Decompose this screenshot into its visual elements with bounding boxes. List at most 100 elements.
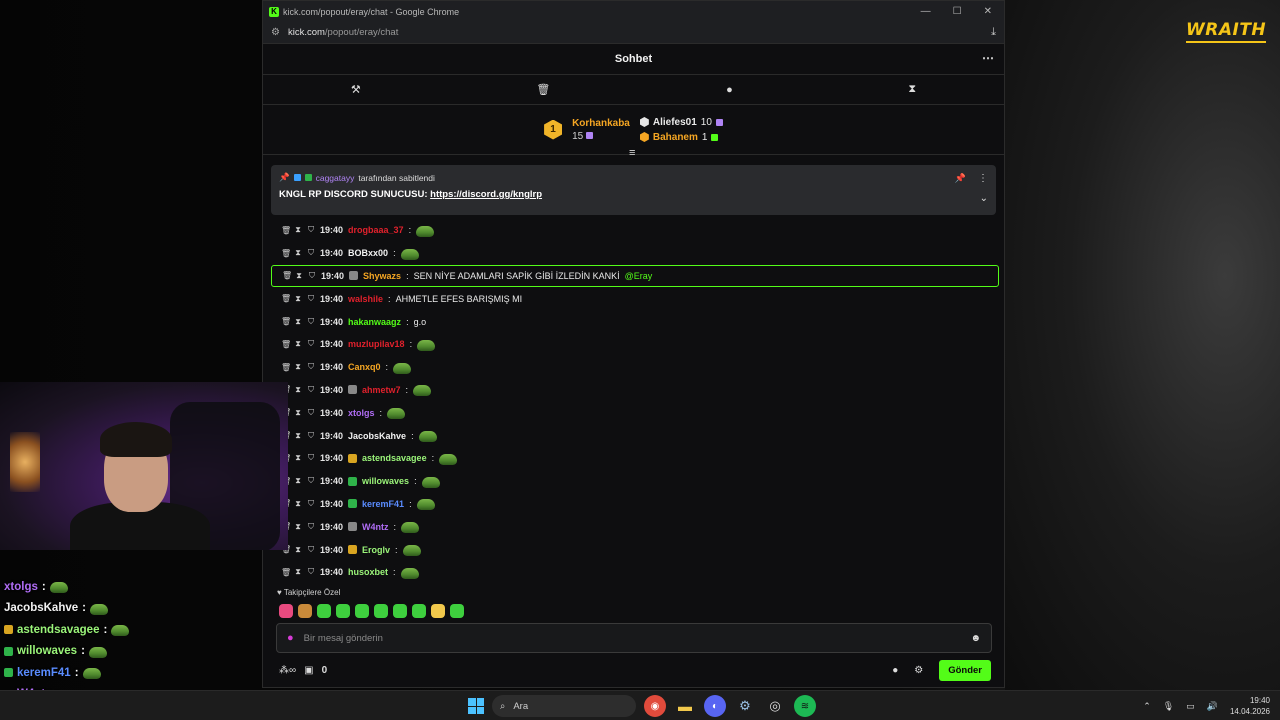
hourglass-icon[interactable]: ⧗ bbox=[294, 431, 302, 441]
chevron-down-icon[interactable]: ⌄ bbox=[980, 193, 988, 204]
channel-points-icon[interactable]: ⁂∞ bbox=[279, 665, 296, 676]
shield-icon[interactable]: ⛉ bbox=[307, 362, 315, 372]
chat-more-icon[interactable]: ⋯ bbox=[982, 51, 994, 65]
pinned-by-user[interactable]: caggatayy bbox=[316, 173, 355, 183]
hourglass-icon[interactable]: ⧗ bbox=[294, 453, 302, 463]
hourglass-icon[interactable]: ⧗ bbox=[294, 545, 302, 555]
emote-button[interactable] bbox=[317, 604, 331, 618]
shield-icon[interactable]: ⛉ bbox=[307, 317, 315, 327]
site-settings-icon[interactable]: ⚙ bbox=[271, 27, 280, 38]
gift-box-icon[interactable]: ▣ bbox=[304, 665, 313, 676]
hourglass-icon[interactable]: ⧗ bbox=[294, 225, 302, 235]
message-username[interactable]: hakanwaagz bbox=[348, 317, 401, 327]
gavel-icon[interactable]: ⚒ bbox=[351, 83, 361, 96]
settings-gear-icon[interactable]: ⚙ bbox=[914, 665, 923, 676]
emote-button[interactable] bbox=[374, 604, 388, 618]
hourglass-icon[interactable]: ⧗ bbox=[294, 408, 302, 418]
network-icon[interactable]: ▭ bbox=[1186, 701, 1195, 712]
chat-message[interactable]: 🗑 ⧗ ⛉ 19:40 Shywazs: SEN NİYE ADAMLARI SAPİK … bbox=[271, 264, 999, 288]
trash-icon[interactable]: 🗑 bbox=[281, 363, 291, 372]
hourglass-icon[interactable]: ⧗ bbox=[294, 248, 302, 258]
taskbar-search[interactable]: ⌕ Ara bbox=[492, 695, 636, 717]
message-username[interactable]: Eroglv bbox=[362, 545, 390, 555]
shield-icon[interactable]: ⛉ bbox=[307, 339, 315, 349]
microphone-icon[interactable]: ● bbox=[287, 632, 294, 644]
message-username[interactable]: ahmetw7 bbox=[362, 385, 401, 395]
message-username[interactable]: keremF41 bbox=[362, 499, 404, 509]
trash-icon[interactable]: 🗑 bbox=[281, 226, 291, 235]
trash-icon[interactable]: 🗑 bbox=[281, 294, 291, 303]
minimize-button[interactable]: — bbox=[921, 6, 931, 17]
close-button[interactable]: ✕ bbox=[984, 6, 992, 17]
shield-icon[interactable]: ⛉ bbox=[307, 499, 315, 509]
emote-button[interactable] bbox=[412, 604, 426, 618]
chat-message[interactable]: 🗑⧗⛉19:40Eroglv: bbox=[271, 538, 999, 561]
message-mention[interactable]: @Eray bbox=[625, 271, 653, 281]
shield-icon[interactable]: ⛉ bbox=[307, 408, 315, 418]
hourglass-icon[interactable]: ⧗ bbox=[294, 385, 302, 395]
emote-button[interactable] bbox=[450, 604, 464, 618]
hourglass-icon[interactable]: ⧗ bbox=[294, 339, 302, 349]
chat-message[interactable]: 🗑⧗⛉19:40keremF41: bbox=[271, 493, 999, 516]
chat-message[interactable]: 🗑⧗⛉19:40W4ntz: bbox=[271, 515, 999, 538]
message-username[interactable]: BOBxx00 bbox=[348, 248, 388, 258]
hourglass-icon[interactable]: ⧗ bbox=[294, 317, 302, 327]
shield-icon[interactable]: ⛉ bbox=[307, 522, 315, 532]
hourglass-icon[interactable]: ⧗ bbox=[294, 476, 302, 486]
message-username[interactable]: willowaves bbox=[362, 476, 409, 486]
message-username[interactable]: Shywazs bbox=[363, 271, 401, 281]
chat-bubble-icon[interactable]: ● bbox=[892, 665, 898, 676]
hourglass-icon[interactable]: ⧗ bbox=[294, 499, 302, 509]
emoji-picker-icon[interactable]: ☻ bbox=[970, 633, 981, 644]
hourglass-icon[interactable]: ⧗ bbox=[908, 83, 916, 96]
shield-icon[interactable]: ⛉ bbox=[307, 476, 315, 486]
system-clock[interactable]: 19:40 14.04.2026 bbox=[1230, 695, 1270, 717]
emote-button[interactable] bbox=[336, 604, 350, 618]
chat-message[interactable]: 🗑⧗⛉19:40astendsavagee: bbox=[271, 447, 999, 470]
chat-message[interactable]: 🗑 ⧗ ⛉ 19:40 Canxq0: bbox=[271, 356, 999, 379]
leaderboard-first-name[interactable]: Korhankaba bbox=[572, 117, 630, 130]
message-username[interactable]: JacobsKahve bbox=[348, 431, 406, 441]
leaderboard-third-name[interactable]: Bahanem bbox=[653, 131, 698, 144]
emote-button[interactable] bbox=[431, 604, 445, 618]
shield-icon[interactable]: ⛉ bbox=[307, 248, 315, 258]
message-username[interactable]: walshile bbox=[348, 294, 383, 304]
trash-icon[interactable]: 🗑 bbox=[281, 568, 291, 577]
trash-icon[interactable]: 🗑 bbox=[281, 249, 291, 258]
chat-message[interactable]: 🗑⧗⛉19:40xtolgs: bbox=[271, 401, 999, 424]
emote-button[interactable] bbox=[298, 604, 312, 618]
file-explorer-icon[interactable]: ▬ bbox=[674, 695, 696, 717]
chat-input[interactable]: ● Bir mesaj gönderin ☻ bbox=[276, 623, 992, 653]
message-username[interactable]: xtolgs bbox=[348, 408, 375, 418]
chat-message[interactable]: 🗑 ⧗ ⛉ 19:40 walshile: AHMETLE EFES BARIŞMIŞ M… bbox=[271, 287, 999, 310]
message-username[interactable]: astendsavagee bbox=[362, 453, 427, 463]
shield-icon[interactable]: ⛉ bbox=[308, 271, 316, 281]
pinned-more-icon[interactable]: ⋮ bbox=[978, 173, 988, 184]
collapse-leaderboard-icon[interactable]: ≡ bbox=[629, 147, 635, 159]
shield-icon[interactable]: ⛉ bbox=[307, 545, 315, 555]
shield-icon[interactable]: ⛉ bbox=[307, 294, 315, 304]
emote-button[interactable] bbox=[393, 604, 407, 618]
shield-icon[interactable]: ⛉ bbox=[307, 431, 315, 441]
chat-message[interactable]: 🗑 ⧗ ⛉ 19:40 husoxbet: bbox=[271, 561, 999, 584]
chat-bubble-icon[interactable]: ● bbox=[726, 84, 733, 96]
tray-chevron-up-icon[interactable]: ⌃ bbox=[1143, 701, 1151, 712]
microphone-tray-icon[interactable]: 🎙 bbox=[1163, 701, 1174, 712]
pinned-link[interactable]: https://discord.gg/knglrp bbox=[430, 189, 542, 200]
chat-message[interactable]: 🗑⧗⛉19:40willowaves: bbox=[271, 470, 999, 493]
leaderboard-second-name[interactable]: Aliefes01 bbox=[653, 116, 697, 129]
send-button[interactable]: Gönder bbox=[939, 659, 991, 681]
shield-icon[interactable]: ⛉ bbox=[307, 567, 315, 577]
unpin-icon[interactable]: 📌 bbox=[955, 173, 966, 184]
shield-icon[interactable]: ⛉ bbox=[307, 385, 315, 395]
message-username[interactable]: W4ntz bbox=[362, 522, 389, 532]
chat-message[interactable]: 🗑 ⧗ ⛉ 19:40 hakanwaagz: g.o bbox=[271, 310, 999, 333]
chrome-icon[interactable]: ◉ bbox=[644, 695, 666, 717]
trash-icon[interactable]: 🗑 bbox=[281, 317, 291, 326]
obs-icon[interactable]: ◎ bbox=[764, 695, 786, 717]
steam-icon[interactable]: ⚙ bbox=[734, 695, 756, 717]
shield-icon[interactable]: ⛉ bbox=[307, 453, 315, 463]
hourglass-icon[interactable]: ⧗ bbox=[294, 294, 302, 304]
chat-message[interactable]: 🗑 ⧗ ⛉ 19:40 BOBxx00: bbox=[271, 242, 999, 265]
message-username[interactable]: Canxq0 bbox=[348, 362, 381, 372]
